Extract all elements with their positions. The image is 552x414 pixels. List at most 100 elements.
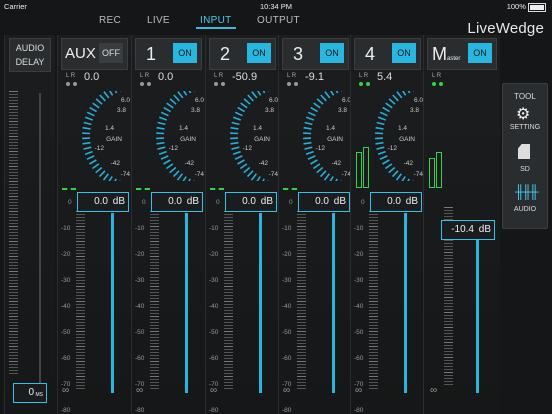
gain-label: 6.0 — [341, 97, 351, 104]
setting-label[interactable]: SETTING — [503, 124, 547, 131]
fader-scale-label: -30 — [209, 277, 219, 284]
fader-track[interactable] — [332, 213, 335, 393]
fader-value-box[interactable]: 0.0 dB — [225, 192, 277, 212]
fader-scale-label: -20 — [135, 251, 145, 258]
gain-label: 3.8 — [190, 107, 200, 114]
channel-lr-label: L R — [66, 73, 76, 79]
gain-arc-tick — [310, 106, 319, 113]
scale-tick — [369, 280, 378, 281]
audio-delay-title-2: DELAY — [15, 57, 45, 67]
scale-tick — [369, 304, 378, 305]
audio-mixer-icon[interactable]: ╫╫╫ — [515, 184, 539, 199]
scale-tick — [444, 324, 453, 325]
scale-tick — [76, 298, 85, 299]
gain-label: -74 — [194, 171, 204, 178]
scale-tick — [297, 361, 306, 362]
scale-tick — [9, 310, 18, 311]
scale-tick — [224, 226, 233, 227]
gain-arc-tick — [377, 116, 387, 121]
scale-tick — [369, 340, 378, 341]
master-infinity-label: ∞ — [430, 385, 438, 396]
scale-tick — [297, 244, 306, 245]
audio-label[interactable]: AUDIO — [503, 206, 547, 213]
gain-label: GAIN — [327, 136, 343, 143]
channel-lr-label: L R — [359, 73, 369, 79]
scale-tick — [150, 220, 159, 221]
gain-arc-tick — [230, 141, 239, 145]
sd-card-icon[interactable] — [518, 144, 530, 159]
delay-value-box[interactable]: 0 MS — [13, 383, 47, 403]
scale-tick — [224, 334, 233, 335]
channel-name: 2 — [220, 44, 231, 64]
channel-name: 3 — [293, 44, 304, 64]
channel-header: 3 ON — [282, 38, 349, 70]
gain-arc-tick — [305, 116, 315, 121]
scale-tick — [150, 367, 159, 368]
tab-input[interactable]: INPUT — [196, 15, 235, 29]
scale-tick — [369, 361, 378, 362]
scale-tick — [369, 262, 378, 263]
scale-tick — [76, 307, 85, 308]
gear-icon[interactable]: ⚙ — [516, 104, 530, 124]
gain-label: 1.4 — [397, 125, 407, 132]
audio-delay-title-1: AUDIO — [15, 43, 45, 53]
fader-value-box[interactable]: 0.0 dB — [151, 192, 203, 212]
gain-arc-tick — [84, 116, 94, 121]
gain-arc-tick — [384, 163, 393, 170]
scale-tick — [150, 244, 159, 245]
channel-on-button[interactable]: ON — [247, 43, 271, 63]
scale-tick — [224, 325, 233, 326]
audio-delay-strip: AUDIO DELAY 0 MS — [4, 35, 55, 414]
scale-tick — [9, 97, 18, 98]
scale-tick — [9, 151, 18, 152]
scale-tick — [369, 244, 378, 245]
fader-unit: dB — [186, 196, 199, 207]
scale-tick — [224, 289, 233, 290]
fader-track[interactable] — [259, 213, 262, 393]
fader-value-box[interactable]: 0.0 dB — [370, 192, 422, 212]
gain-arc-tick — [239, 163, 248, 170]
master-fader-track[interactable] — [476, 223, 479, 393]
channel-on-button[interactable]: ON — [320, 43, 344, 63]
scale-tick — [9, 256, 18, 257]
scale-tick — [9, 265, 18, 266]
fader-value-box[interactable]: 0.0 dB — [298, 192, 350, 212]
scale-tick — [224, 244, 233, 245]
gain-label: GAIN — [399, 136, 415, 143]
scale-tick — [76, 259, 85, 260]
tab-output[interactable]: OUTPUT — [257, 15, 300, 26]
delay-slider-track[interactable] — [39, 93, 41, 393]
sd-label[interactable]: SD — [503, 166, 547, 173]
scale-tick — [369, 259, 378, 260]
channel-off-button[interactable]: OFF — [99, 43, 123, 63]
scale-tick — [76, 313, 85, 314]
scale-tick — [9, 160, 18, 161]
channel-on-button[interactable]: ON — [173, 43, 197, 63]
gain-arc-tick — [114, 178, 117, 181]
fader-value-box[interactable]: 0.0 dB — [77, 192, 129, 212]
channel-header: 1 ON — [135, 38, 202, 70]
gain-arc-tick — [165, 163, 174, 170]
scale-tick — [9, 211, 18, 212]
scale-tick — [369, 307, 378, 308]
scale-tick — [297, 352, 306, 353]
tab-live[interactable]: LIVE — [147, 15, 170, 26]
master-on-button[interactable]: ON — [468, 43, 492, 63]
gain-arc-tick — [156, 126, 165, 130]
scale-tick — [9, 214, 18, 215]
fader-track[interactable] — [111, 213, 114, 393]
fader-track[interactable] — [185, 213, 188, 393]
scale-tick — [297, 367, 306, 368]
scale-tick — [369, 289, 378, 290]
master-fader-value: -10.4 — [451, 224, 474, 235]
scale-tick — [9, 358, 18, 359]
scale-tick — [297, 325, 306, 326]
master-fader-value-box[interactable]: -10.4 dB — [441, 220, 495, 240]
fader-scale-label: -50 — [354, 329, 364, 336]
scale-tick — [76, 238, 85, 239]
channel-on-button[interactable]: ON — [392, 43, 416, 63]
tab-rec[interactable]: REC — [99, 15, 121, 26]
scale-tick — [150, 319, 159, 320]
fader-track[interactable] — [404, 213, 407, 393]
gain-arc-tick — [385, 102, 393, 109]
